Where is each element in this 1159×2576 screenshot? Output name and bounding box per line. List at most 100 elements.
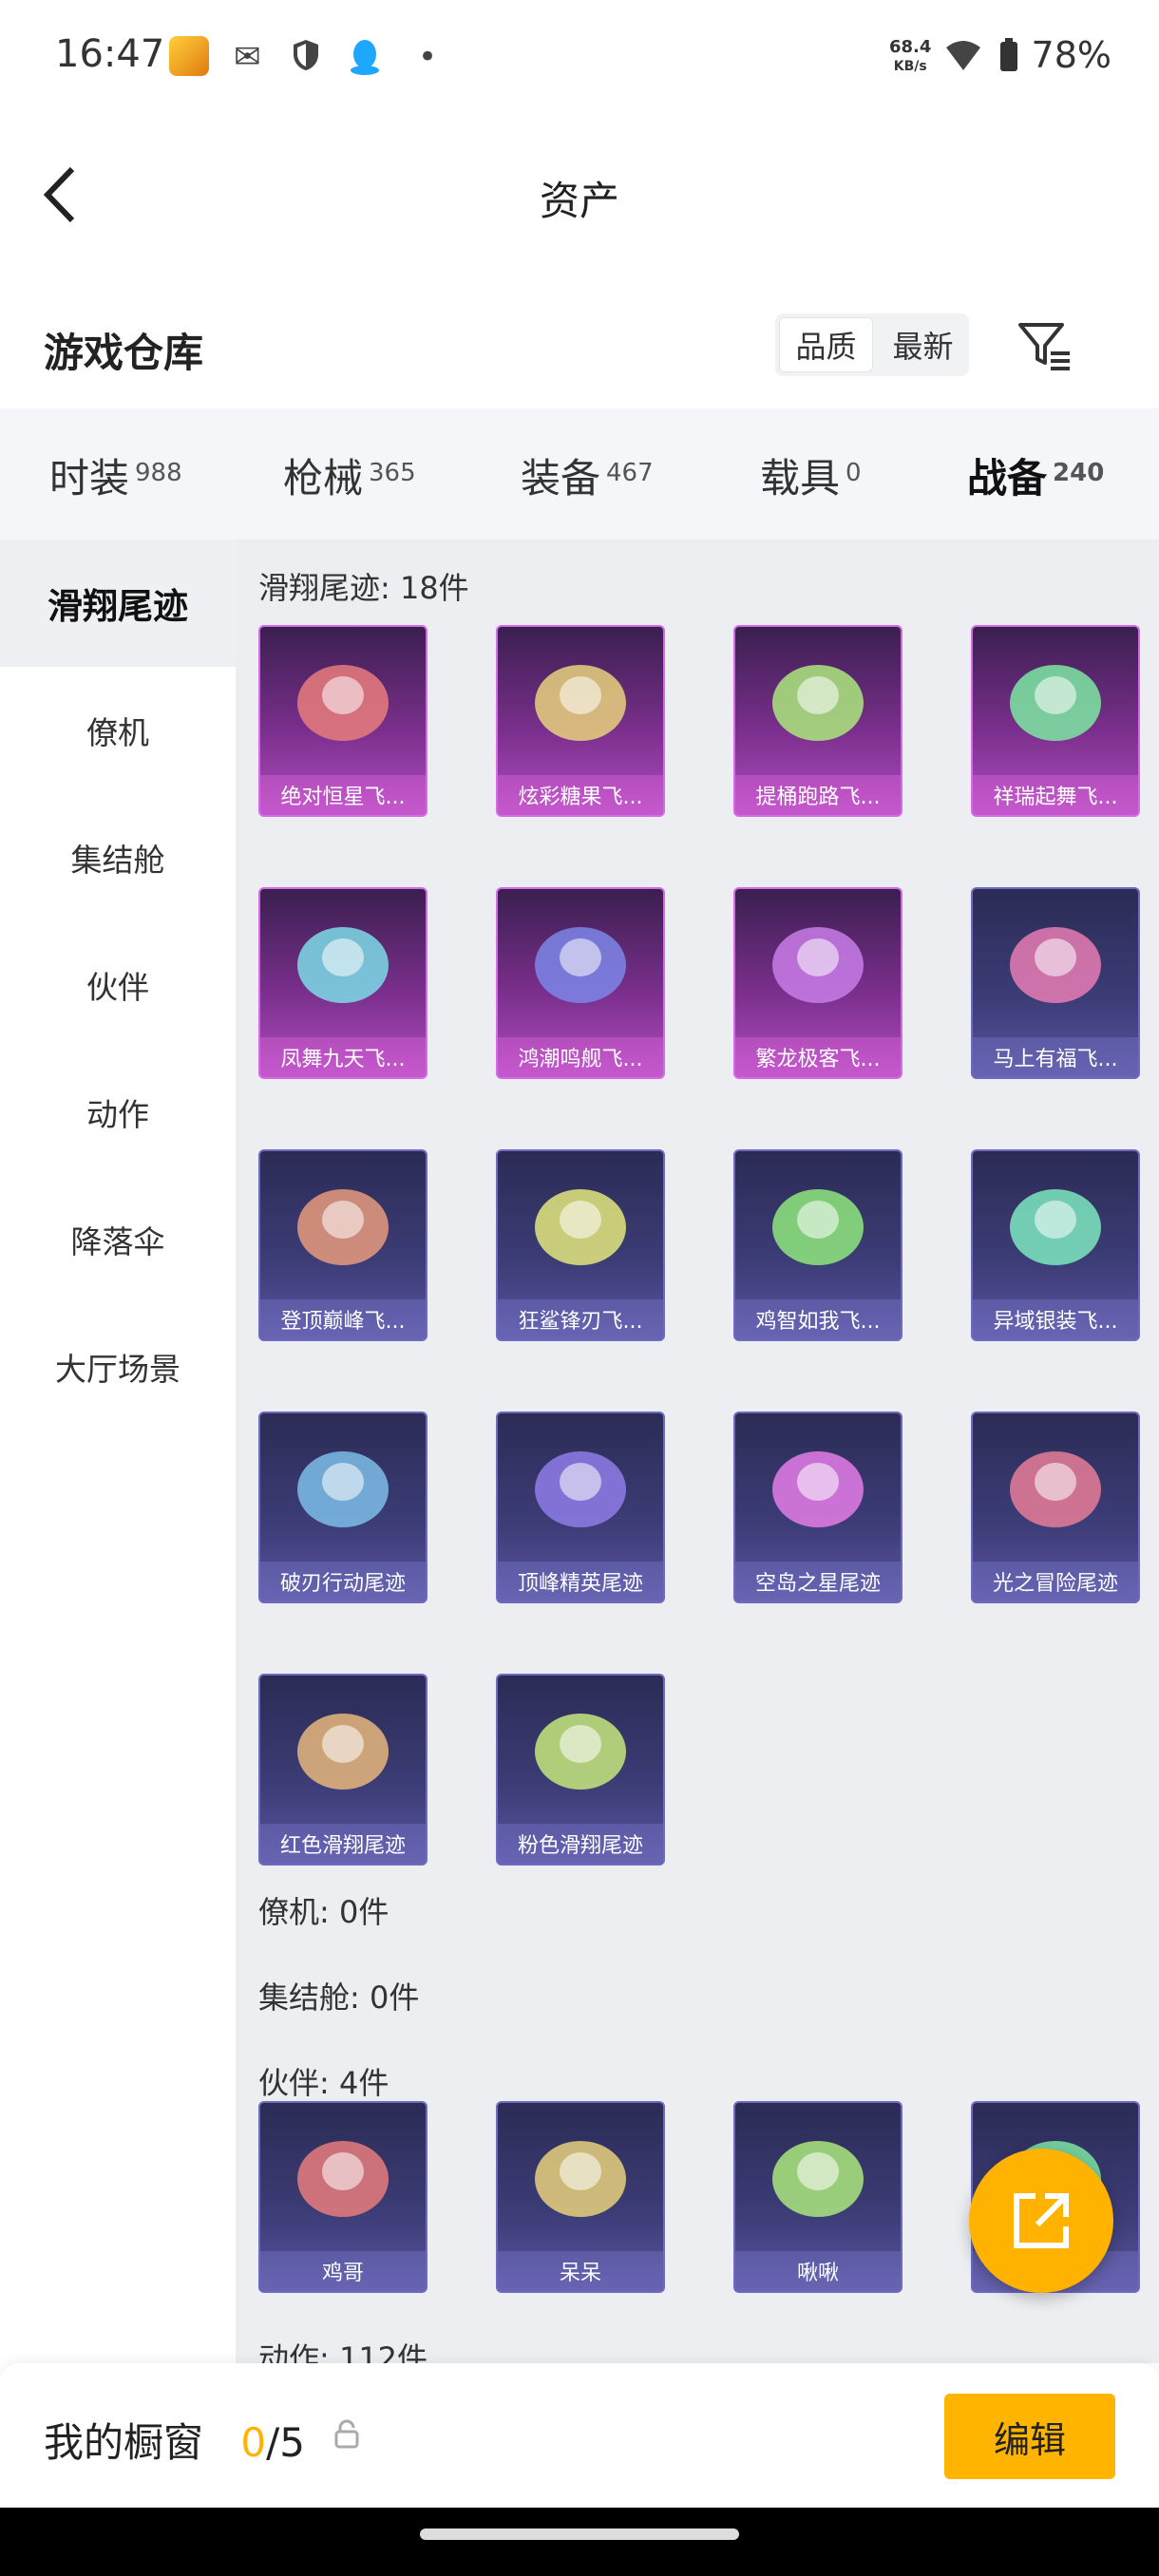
filter-button[interactable]	[1016, 313, 1074, 376]
item-name: 狂鲨锋刃飞...	[498, 1299, 663, 1339]
item-name: 粉色滑翔尾迹	[498, 1824, 663, 1864]
group-heading-pod: 集结舱: 0件	[258, 1979, 420, 2016]
qq-icon	[348, 38, 382, 85]
item-art-icon	[772, 1189, 864, 1265]
warehouse-title: 游戏仓库	[44, 330, 204, 376]
item-card[interactable]: 呆呆	[496, 2101, 665, 2293]
sidebar: 滑翔尾迹 僚机 集结舱 伙伴 动作 降落伞 大厅场景	[0, 540, 236, 2363]
status-time: 16:47	[55, 32, 165, 76]
status-bar: 16:47 ✉ • 68.4 KB/s 78%	[0, 0, 1159, 114]
tab-label: 战备	[967, 455, 1048, 502]
item-card[interactable]: 鸡哥	[258, 2101, 428, 2293]
item-card[interactable]: 繁龙极客飞...	[733, 887, 902, 1079]
item-name: 空岛之星尾迹	[735, 1562, 901, 1601]
mail-icon: ✉	[234, 38, 261, 76]
showcase-current: 0	[240, 2419, 267, 2466]
tab-equipment[interactable]: 装备 467	[521, 446, 654, 504]
tab-combat-prep[interactable]: 战备 240	[967, 446, 1105, 555]
item-card[interactable]: 红色滑翔尾迹	[258, 1674, 428, 1866]
tab-vehicles[interactable]: 载具 0	[760, 446, 862, 504]
item-card[interactable]: 炫彩糖果飞...	[496, 625, 665, 817]
showcase-bar: 我的橱窗 0/5 编辑	[0, 2363, 1159, 2508]
item-name: 呆呆	[498, 2251, 663, 2291]
item-card[interactable]: 登顶巅峰飞...	[258, 1149, 428, 1341]
sidebar-item-wingman[interactable]: 僚机	[0, 667, 236, 794]
tab-count: 467	[606, 459, 654, 487]
net-speed-unit: KB/s	[893, 59, 927, 74]
share-fab-button[interactable]	[969, 2149, 1113, 2293]
sidebar-item-action[interactable]: 动作	[0, 1049, 236, 1176]
item-name: 繁龙极客飞...	[735, 1037, 901, 1077]
item-card[interactable]: 啾啾	[733, 2101, 902, 2293]
tab-guns[interactable]: 枪械 365	[283, 446, 416, 504]
item-art-icon	[535, 1451, 626, 1527]
item-name: 炫彩糖果飞...	[498, 775, 663, 815]
item-card[interactable]: 空岛之星尾迹	[733, 1411, 902, 1603]
item-name: 啾啾	[735, 2251, 901, 2291]
category-tabs: 时装 988 枪械 365 装备 467 载具 0 战备 240	[0, 408, 1159, 555]
item-card[interactable]: 马上有福飞...	[971, 887, 1140, 1079]
showcase-label: 我的橱窗	[44, 2419, 204, 2466]
item-card[interactable]: 狂鲨锋刃飞...	[496, 1149, 665, 1341]
page-title: 资产	[539, 178, 619, 224]
item-art-icon	[772, 927, 864, 1003]
item-card[interactable]: 提桶跑路飞...	[733, 625, 902, 817]
net-speed: 68.4 KB/s	[889, 38, 931, 76]
item-card[interactable]: 粉色滑翔尾迹	[496, 1674, 665, 1866]
item-art-icon	[297, 665, 389, 741]
item-name: 光之冒险尾迹	[973, 1562, 1138, 1601]
item-name: 马上有福飞...	[973, 1037, 1138, 1077]
item-name: 鸡哥	[260, 2251, 426, 2291]
tab-label: 时装	[49, 455, 130, 502]
item-name: 提桶跑路飞...	[735, 775, 901, 815]
item-name: 祥瑞起舞飞...	[973, 775, 1138, 815]
sort-toggle: 品质 最新	[775, 313, 969, 376]
item-art-icon	[1010, 1189, 1101, 1265]
item-card[interactable]: 凤舞九天飞...	[258, 887, 428, 1079]
sort-quality-button[interactable]: 品质	[779, 317, 873, 372]
item-art-icon	[535, 1714, 626, 1790]
item-card[interactable]: 鸡智如我飞...	[733, 1149, 902, 1341]
edit-button[interactable]: 编辑	[944, 2394, 1115, 2479]
tab-fashion[interactable]: 时装 988	[49, 446, 182, 504]
item-art-icon	[297, 1189, 389, 1265]
item-card[interactable]: 破刃行动尾迹	[258, 1411, 428, 1603]
item-card[interactable]: 祥瑞起舞飞...	[971, 625, 1140, 817]
item-art-icon	[297, 2141, 389, 2217]
item-art-icon	[772, 1451, 864, 1527]
item-name: 凤舞九天飞...	[260, 1037, 426, 1077]
battery-icon	[999, 38, 1018, 81]
sidebar-item-parachute[interactable]: 降落伞	[0, 1176, 236, 1303]
item-name: 鸡智如我飞...	[735, 1299, 901, 1339]
item-card[interactable]: 顶峰精英尾迹	[496, 1411, 665, 1603]
tab-count: 240	[1053, 459, 1105, 487]
item-name: 绝对恒星飞...	[260, 775, 426, 815]
sort-newest-button[interactable]: 最新	[877, 313, 969, 376]
tab-count: 988	[135, 459, 182, 487]
item-art-icon	[772, 665, 864, 741]
shield-icon	[291, 38, 321, 81]
item-art-icon	[1010, 1451, 1101, 1527]
item-name: 顶峰精英尾迹	[498, 1562, 663, 1601]
tab-count: 0	[846, 459, 862, 487]
lock-icon	[334, 2419, 359, 2449]
sidebar-item-lobby-scene[interactable]: 大厅场景	[0, 1303, 236, 1430]
item-name: 红色滑翔尾迹	[260, 1824, 426, 1864]
item-name: 登顶巅峰飞...	[260, 1299, 426, 1339]
sidebar-item-partner[interactable]: 伙伴	[0, 921, 236, 1049]
item-art-icon	[297, 1714, 389, 1790]
tab-label: 枪械	[283, 455, 364, 502]
home-gesture-bar[interactable]	[420, 2529, 739, 2540]
item-card[interactable]: 异域银装飞...	[971, 1149, 1140, 1341]
item-card[interactable]: 光之冒险尾迹	[971, 1411, 1140, 1603]
game-app-icon	[169, 36, 209, 76]
sidebar-item-glide-trail[interactable]: 滑翔尾迹	[0, 540, 236, 667]
tab-label: 装备	[521, 455, 601, 502]
item-card[interactable]: 鸿潮鸣舰飞...	[496, 887, 665, 1079]
filter-icon	[1018, 323, 1070, 370]
item-grid-area[interactable]: 滑翔尾迹: 18件 绝对恒星飞... 炫彩糖果飞... 提桶跑路飞... 祥瑞起舞飞.…	[236, 540, 1159, 2363]
item-card[interactable]: 绝对恒星飞...	[258, 625, 428, 817]
sidebar-item-pod[interactable]: 集结舱	[0, 794, 236, 921]
showcase-total: /5	[266, 2419, 305, 2466]
item-art-icon	[297, 1451, 389, 1527]
